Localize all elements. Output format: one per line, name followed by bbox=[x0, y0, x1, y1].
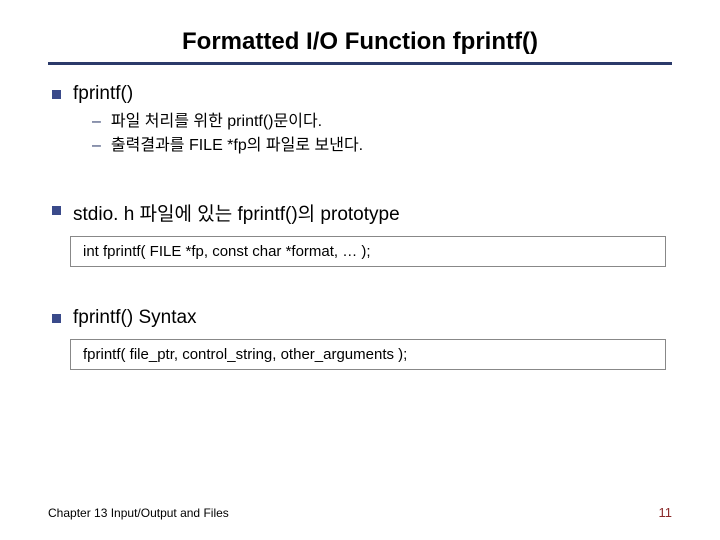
chapter-label: Chapter 13 Input/Output and Files bbox=[48, 506, 229, 520]
section3-heading: fprintf() Syntax bbox=[73, 307, 197, 329]
square-bullet-icon bbox=[52, 206, 61, 215]
slide-title: Formatted I/O Function fprintf() bbox=[48, 28, 672, 62]
section1-sub2: 출력결과를 FILE *fp의 파일로 보낸다. bbox=[111, 135, 363, 157]
dash-icon: – bbox=[92, 135, 101, 157]
slide-footer: Chapter 13 Input/Output and Files 11 bbox=[48, 505, 672, 520]
page-number: 11 bbox=[659, 505, 673, 520]
sub-bullet-2: – 출력결과를 FILE *fp의 파일로 보낸다. bbox=[92, 135, 672, 157]
bullet-fprintf: fprintf() bbox=[52, 83, 672, 105]
section1-heading: fprintf() bbox=[73, 83, 133, 105]
dash-icon: – bbox=[92, 111, 101, 133]
bullet-prototype: stdio. h 파일에 있는 fprintf()의 prototype bbox=[52, 199, 672, 226]
prototype-code: int fprintf( FILE *fp, const char *forma… bbox=[70, 236, 666, 267]
square-bullet-icon bbox=[52, 90, 61, 99]
syntax-code: fprintf( file_ptr, control_string, other… bbox=[70, 339, 666, 370]
section2-heading: stdio. h 파일에 있는 fprintf()의 prototype bbox=[73, 199, 400, 226]
square-bullet-icon bbox=[52, 314, 61, 323]
section1-sub1: 파일 처리를 위한 printf()문이다. bbox=[111, 111, 322, 133]
bullet-syntax: fprintf() Syntax bbox=[52, 307, 672, 329]
title-underline bbox=[48, 62, 672, 65]
sub-bullet-1: – 파일 처리를 위한 printf()문이다. bbox=[92, 111, 672, 133]
